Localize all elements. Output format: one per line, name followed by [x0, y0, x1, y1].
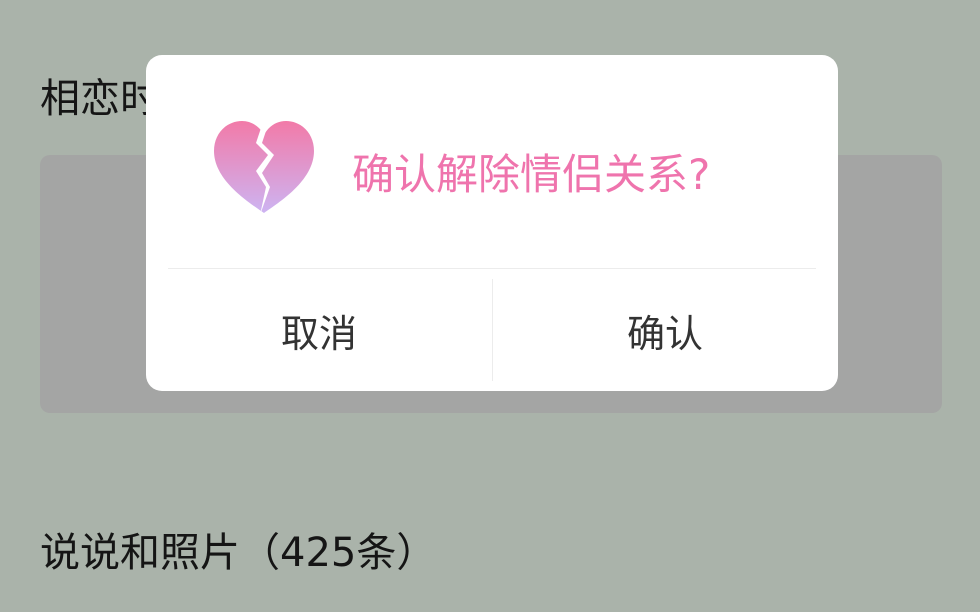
dialog-header: 确认解除情侣关系? — [146, 55, 838, 268]
posts-label: 说说和照片（425条） — [40, 530, 437, 576]
love-days-label: 相恋时 — [40, 76, 160, 122]
confirm-dialog: 确认解除情侣关系? 取消 确认 — [146, 55, 838, 391]
dialog-title: 确认解除情侣关系? — [352, 150, 711, 199]
cancel-button[interactable]: 取消 — [146, 269, 492, 391]
broken-heart-icon — [214, 119, 314, 215]
confirm-button[interactable]: 确认 — [492, 269, 838, 391]
